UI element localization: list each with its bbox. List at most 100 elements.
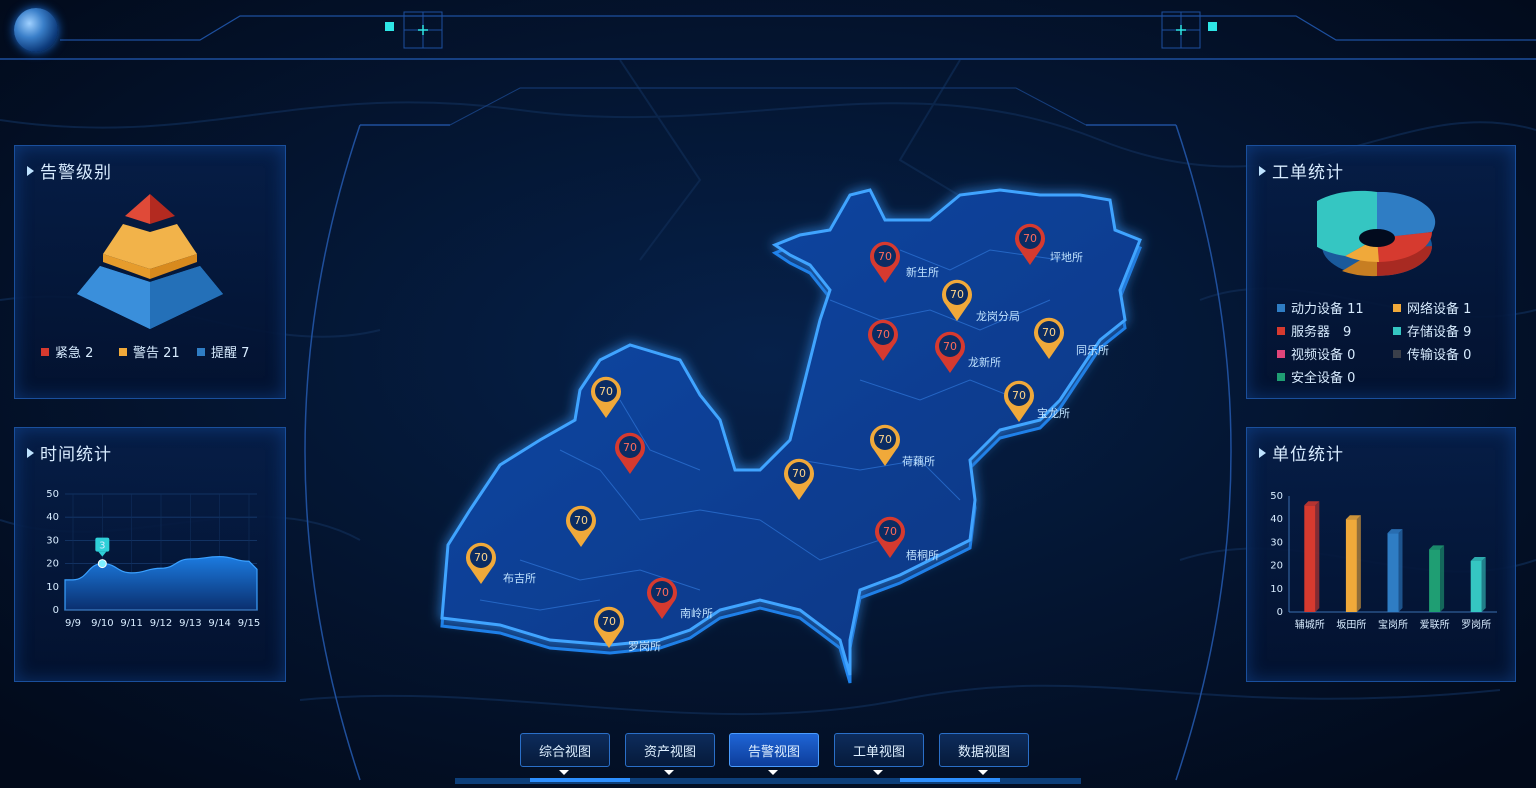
nav-button-4[interactable]: 工单视图 [834, 733, 924, 767]
bar-side [1398, 529, 1403, 612]
wo-legend-network: 网络设备 1 [1393, 298, 1471, 317]
nav-button-5[interactable]: 数据视图 [939, 733, 1029, 767]
alarm-legend-notice: 提醒 7 [197, 342, 249, 361]
wo-legend-power: 动力设备 11 [1277, 298, 1364, 317]
unit-bar-chart: 0 10 20 30 40 50 辅城所 坂田所 宝岗所 爱联所 罗岗所 [1270, 491, 1497, 631]
work-order-panel: 工单统计 动力设备 11 网络设备 1 服务器 9 存储设备 9 视频设备 0 … [1246, 145, 1516, 399]
x-tick-label: 9/15 [238, 618, 260, 629]
bar-side [1440, 545, 1445, 612]
map-pin-red[interactable]: 70 [873, 516, 907, 560]
caret-down-icon [768, 770, 778, 775]
map-pin-red[interactable]: 70 [1013, 223, 1047, 267]
map-pin-label: 南岭所 [680, 607, 713, 620]
x-tick-label: 爱联所 [1420, 618, 1450, 631]
y-tick-label: 40 [1270, 514, 1283, 525]
map-pin-red[interactable]: 70 [868, 241, 902, 285]
x-tick-label: 罗岗所 [1461, 619, 1491, 631]
marker-badge-text: 3 [99, 541, 105, 552]
x-tick-label: 辅城所 [1295, 618, 1325, 631]
y-tick-label: 0 [1277, 607, 1283, 618]
alarm-level-panel: 告警级别 紧急 2 警告 21 提醒 7 [14, 145, 286, 399]
map-pin-orange[interactable]: 70 [589, 376, 623, 420]
alarm-level-title: 告警级别 [27, 158, 112, 183]
y-tick-label: 10 [46, 582, 59, 593]
caret-down-icon [664, 770, 674, 775]
wo-legend-transport: 传输设备 0 [1393, 344, 1471, 363]
map-pin-label: 布吉所 [503, 572, 536, 585]
map-pin-label: 坪地所 [1050, 251, 1083, 264]
caret-down-icon [873, 770, 883, 775]
map-pin-label: 同乐所 [1076, 344, 1109, 357]
nav-button-3[interactable]: 告警视图 [729, 733, 819, 767]
triangle-icon [27, 165, 34, 176]
map-pin-red[interactable]: 70 [933, 331, 967, 375]
pyramid-chart [77, 194, 223, 329]
caret-down-icon [978, 770, 988, 775]
work-order-title: 工单统计 [1259, 158, 1344, 183]
wo-legend-server: 服务器 9 [1277, 321, 1351, 340]
nav-button-2[interactable]: 资产视图 [625, 733, 715, 767]
map-pin-red[interactable]: 70 [866, 319, 900, 363]
pin-value: 70 [943, 340, 957, 353]
map-pin-orange[interactable]: 70 [782, 458, 816, 502]
pin-value: 70 [599, 385, 613, 398]
map-pin-label: 宝龙所 [1037, 407, 1070, 420]
alarm-legend-warning: 警告 21 [119, 342, 180, 361]
x-tick-label: 坂田所 [1336, 619, 1366, 631]
map-pin-orange[interactable]: 70 [592, 606, 626, 650]
map-pin-orange[interactable]: 70 [464, 542, 498, 586]
pin-value: 70 [1012, 389, 1026, 402]
pin-value: 70 [878, 433, 892, 446]
bar [1345, 519, 1357, 612]
pin-value: 70 [1042, 326, 1056, 339]
bar [1470, 560, 1482, 612]
x-tick-label: 9/14 [208, 618, 230, 629]
time-stats-title: 时间统计 [27, 440, 112, 465]
caret-down-icon [559, 770, 569, 775]
triangle-icon [1259, 447, 1266, 458]
y-tick-label: 0 [53, 605, 59, 616]
pin-value: 70 [792, 467, 806, 480]
alarm-level-title-text: 告警级别 [40, 163, 112, 183]
map-pin-orange[interactable]: 70 [1002, 380, 1036, 424]
pin-value: 70 [574, 514, 588, 527]
wo-legend-video: 视频设备 0 [1277, 344, 1355, 363]
bar [1429, 549, 1441, 612]
pin-value: 70 [883, 525, 897, 538]
triangle-icon [27, 447, 34, 458]
unit-stats-panel: 单位统计 0 10 20 30 40 50 辅城所 坂田所 宝岗所 爱联所 罗岗所 [1246, 427, 1516, 682]
time-stats-title-text: 时间统计 [40, 445, 112, 465]
work-order-title-text: 工单统计 [1272, 163, 1344, 183]
triangle-icon [1259, 165, 1266, 176]
x-tick-label: 9/13 [179, 618, 201, 629]
bar [1387, 533, 1399, 612]
y-tick-label: 30 [46, 535, 59, 546]
map-pin-label: 罗岗所 [628, 640, 661, 653]
marker-badge-tip [98, 551, 107, 557]
x-tick-label: 9/10 [91, 618, 113, 629]
pin-value: 70 [602, 615, 616, 628]
map-pin-orange[interactable]: 70 [868, 424, 902, 468]
pin-value: 70 [655, 586, 669, 599]
wo-legend-security: 安全设备 0 [1277, 367, 1355, 386]
x-tick-label: 9/12 [150, 618, 172, 629]
map-pin-orange[interactable]: 70 [1032, 317, 1066, 361]
y-tick-label: 30 [1270, 537, 1283, 548]
map-pin-label: 龙岗分局 [976, 310, 1020, 323]
bar-side [1356, 515, 1361, 612]
pin-value: 70 [623, 441, 637, 454]
pin-value: 70 [1023, 232, 1037, 245]
map-pin-label: 龙新所 [968, 356, 1001, 369]
donut-chart [1317, 190, 1436, 277]
x-tick-label: 宝岗所 [1378, 618, 1408, 631]
x-tick-label: 9/11 [120, 618, 142, 629]
map-pin-orange[interactable]: 70 [940, 279, 974, 323]
map-pin-label: 荷藕所 [902, 455, 935, 468]
map-pin-red[interactable]: 70 [613, 432, 647, 476]
map-pin-red[interactable]: 70 [645, 577, 679, 621]
nav-button-1[interactable]: 综合视图 [520, 733, 610, 767]
map-pin-orange[interactable]: 70 [564, 505, 598, 549]
bar [1304, 505, 1316, 612]
alarm-legend-urgent: 紧急 2 [41, 342, 93, 361]
pin-value: 70 [474, 551, 488, 564]
